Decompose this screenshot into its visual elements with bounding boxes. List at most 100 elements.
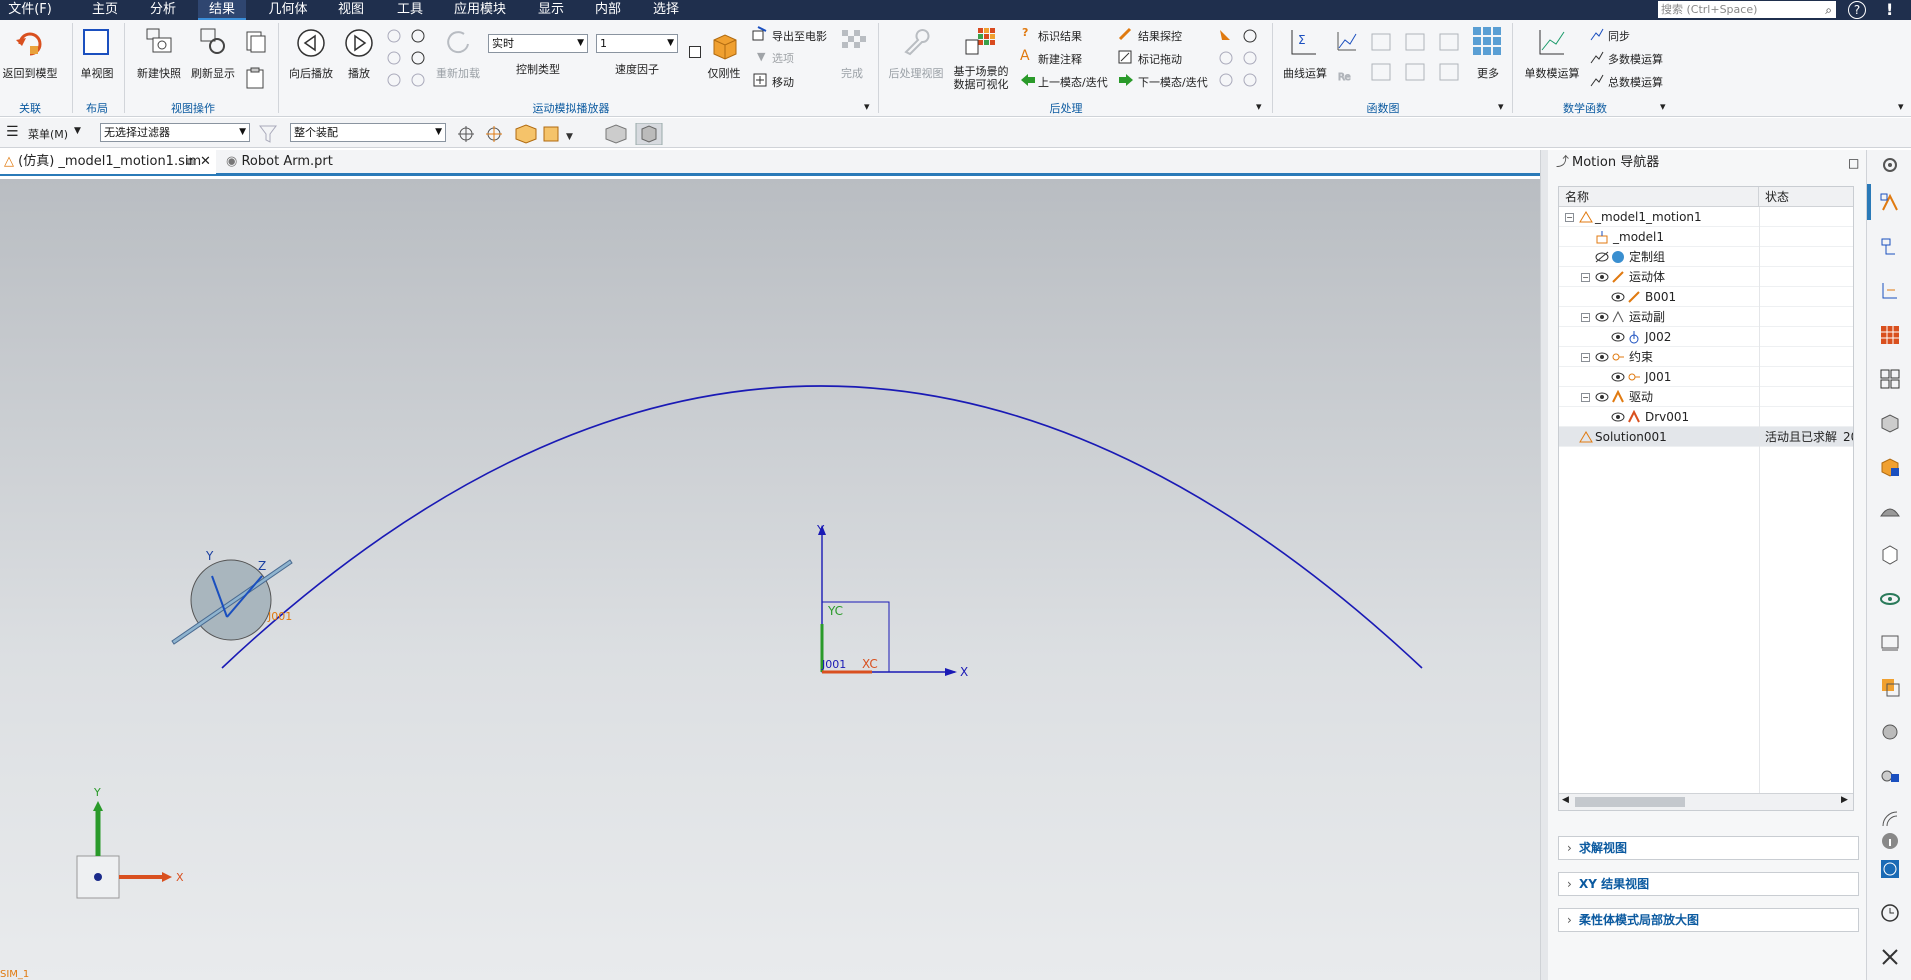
menu-geometry[interactable]: 几何体 — [260, 0, 316, 20]
eye-icon[interactable] — [1595, 271, 1609, 283]
finish-button[interactable]: 完成 — [834, 65, 870, 81]
tree-row[interactable]: Drv001 — [1559, 407, 1853, 427]
menu-applications[interactable]: 应用模块 — [446, 0, 514, 20]
tree-view-icon[interactable] — [1879, 280, 1901, 302]
tree-row[interactable]: B001 — [1559, 287, 1853, 307]
maximize-icon[interactable]: □ — [1848, 150, 1859, 176]
single-view-button[interactable]: 单视图 — [74, 65, 120, 81]
selection-filter-select[interactable]: 无选择过滤器 ▼ — [100, 123, 250, 142]
play-icon[interactable] — [344, 28, 374, 58]
menu-dropdown[interactable]: 菜单(M) — [28, 126, 68, 142]
web-globe-icon[interactable] — [1879, 858, 1901, 880]
collapse-icon[interactable]: − — [1581, 273, 1590, 282]
layer-icon[interactable] — [1879, 676, 1901, 698]
move-icon[interactable] — [752, 72, 768, 88]
next-mode-button[interactable]: 下一模态/迭代 — [1138, 74, 1208, 90]
menu-internal[interactable]: 内部 — [587, 0, 629, 20]
eye-icon[interactable] — [1611, 291, 1625, 303]
sync-button[interactable]: 同步 — [1608, 28, 1630, 44]
group-expand-icon[interactable]: ▾ — [1498, 100, 1504, 113]
eye-icon[interactable] — [1595, 391, 1609, 403]
snapshot-icon[interactable] — [144, 26, 174, 56]
rigid-only-checkbox[interactable] — [689, 46, 701, 58]
close-icon[interactable]: ✕ — [200, 150, 211, 174]
reuse-library-icon[interactable] — [1879, 456, 1901, 478]
tree-row[interactable]: _model1 — [1559, 227, 1853, 247]
filter-icon[interactable] — [258, 124, 284, 144]
column-name-header[interactable]: 名称 — [1559, 187, 1759, 207]
scope-select[interactable]: 整个装配 ▼ — [290, 123, 446, 142]
reload-button[interactable]: 重新加载 — [430, 65, 486, 81]
post-misc-icons[interactable] — [1218, 26, 1258, 90]
scroll-right-icon[interactable]: ▶ — [1841, 795, 1848, 805]
hamburger-icon[interactable]: ☰ — [6, 124, 19, 140]
part-cube-icon[interactable] — [1879, 412, 1901, 434]
multi-math-button[interactable]: 多数模运算 — [1608, 51, 1663, 67]
drawing-icon[interactable] — [1879, 632, 1901, 654]
group-expand-icon[interactable]: ▾ — [864, 100, 870, 113]
tree-row[interactable]: J001 — [1559, 367, 1853, 387]
play-button[interactable]: 播放 — [340, 65, 378, 81]
post-view-button[interactable]: 后处理视图 — [886, 65, 946, 81]
mark-trace-button[interactable]: 标记拖动 — [1138, 51, 1182, 67]
return-model-button[interactable]: 返回到模型 — [0, 65, 60, 81]
tree-row[interactable]: − 运动体 — [1559, 267, 1853, 287]
help-icon[interactable]: ? — [1848, 1, 1866, 19]
reload-icon[interactable] — [444, 28, 472, 56]
menu-file[interactable]: 文件(F) — [0, 0, 60, 20]
rigid-cube-icon[interactable] — [710, 32, 740, 60]
tab-prt-file[interactable]: ◉ Robot Arm.prt — [222, 150, 352, 174]
refresh-display-button[interactable]: 刷新显示 — [188, 65, 238, 81]
panel-solve-view[interactable]: › 求解视图 — [1558, 836, 1859, 860]
menu-display[interactable]: 显示 — [530, 0, 572, 20]
eye-icon[interactable] — [1595, 351, 1609, 363]
curve-op-icon[interactable]: Σ — [1288, 26, 1320, 58]
total-math-button[interactable]: 总数模运算 — [1608, 74, 1663, 90]
sphere-icon[interactable] — [1879, 720, 1901, 742]
eye-hidden-icon[interactable] — [1595, 251, 1609, 263]
column-status-header[interactable]: 状态 — [1759, 187, 1853, 207]
new-note-button[interactable]: 新建注释 — [1038, 51, 1082, 67]
motion-navigator-icon[interactable] — [1879, 192, 1901, 214]
func-plot-icons[interactable]: Re — [1336, 30, 1486, 94]
search-input[interactable]: 搜索 (Ctrl+Space) ⌕ — [1658, 1, 1836, 18]
assembly-navigator-icon[interactable] — [1879, 236, 1901, 258]
speed-factor-select[interactable]: 1 ▼ — [596, 34, 678, 53]
alert-icon[interactable]: ! — [1886, 0, 1893, 19]
collapse-icon[interactable]: − — [1581, 353, 1590, 362]
history-clock-icon[interactable] — [1879, 902, 1901, 924]
options-button[interactable]: 选项 — [772, 50, 794, 66]
move-button[interactable]: 移动 — [772, 74, 794, 90]
tree-row[interactable]: 定制组 — [1559, 247, 1853, 267]
group-expand-icon[interactable]: ▾ — [1660, 100, 1666, 113]
info-icon[interactable] — [1879, 830, 1901, 852]
export-movie-button[interactable]: 导出至电影 — [772, 28, 827, 44]
horizontal-scrollbar[interactable]: ◀ ▶ — [1559, 793, 1853, 810]
curve-op-button[interactable]: 曲线运算 — [1280, 65, 1330, 81]
snap-tools-icons[interactable]: ▼ — [456, 123, 666, 145]
finish-flag-icon[interactable] — [838, 26, 868, 56]
layout-grid-icon[interactable] — [1879, 368, 1901, 390]
result-probe-button[interactable]: 结果探控 — [1138, 28, 1182, 44]
menu-analysis[interactable]: 分析 — [142, 0, 184, 20]
signal-icon[interactable] — [1879, 808, 1901, 830]
panel-xy-view[interactable]: › XY 结果视图 — [1558, 872, 1859, 896]
menu-results[interactable]: 结果 — [198, 0, 246, 20]
new-snapshot-button[interactable]: 新建快照 — [134, 65, 184, 81]
step-controls-icon[interactable] — [386, 28, 442, 92]
back-play-button[interactable]: 向后播放 — [286, 65, 336, 81]
menu-view[interactable]: 视图 — [330, 0, 372, 20]
tools-icon[interactable] — [1879, 946, 1901, 968]
graphics-viewport[interactable]: Y Z J001 Y X YC XC J001 Y X SIM_1 — [0, 179, 1540, 980]
mark-result-button[interactable]: 标识结果 — [1038, 28, 1082, 44]
single-view-icon[interactable] — [82, 28, 110, 56]
panel-flex-body[interactable]: › 柔性体模式局部放大图 — [1558, 908, 1859, 932]
tree-row[interactable]: − 约束 — [1559, 347, 1853, 367]
box-icon[interactable] — [1879, 544, 1901, 566]
prev-mode-button[interactable]: 上一模态/迭代 — [1038, 74, 1108, 90]
refresh-display-icon[interactable] — [198, 26, 228, 56]
roles-icon[interactable] — [1879, 764, 1901, 786]
tree-row[interactable]: − 运动副 — [1559, 307, 1853, 327]
collapse-icon[interactable]: − — [1565, 213, 1574, 222]
return-model-icon[interactable] — [14, 26, 46, 58]
